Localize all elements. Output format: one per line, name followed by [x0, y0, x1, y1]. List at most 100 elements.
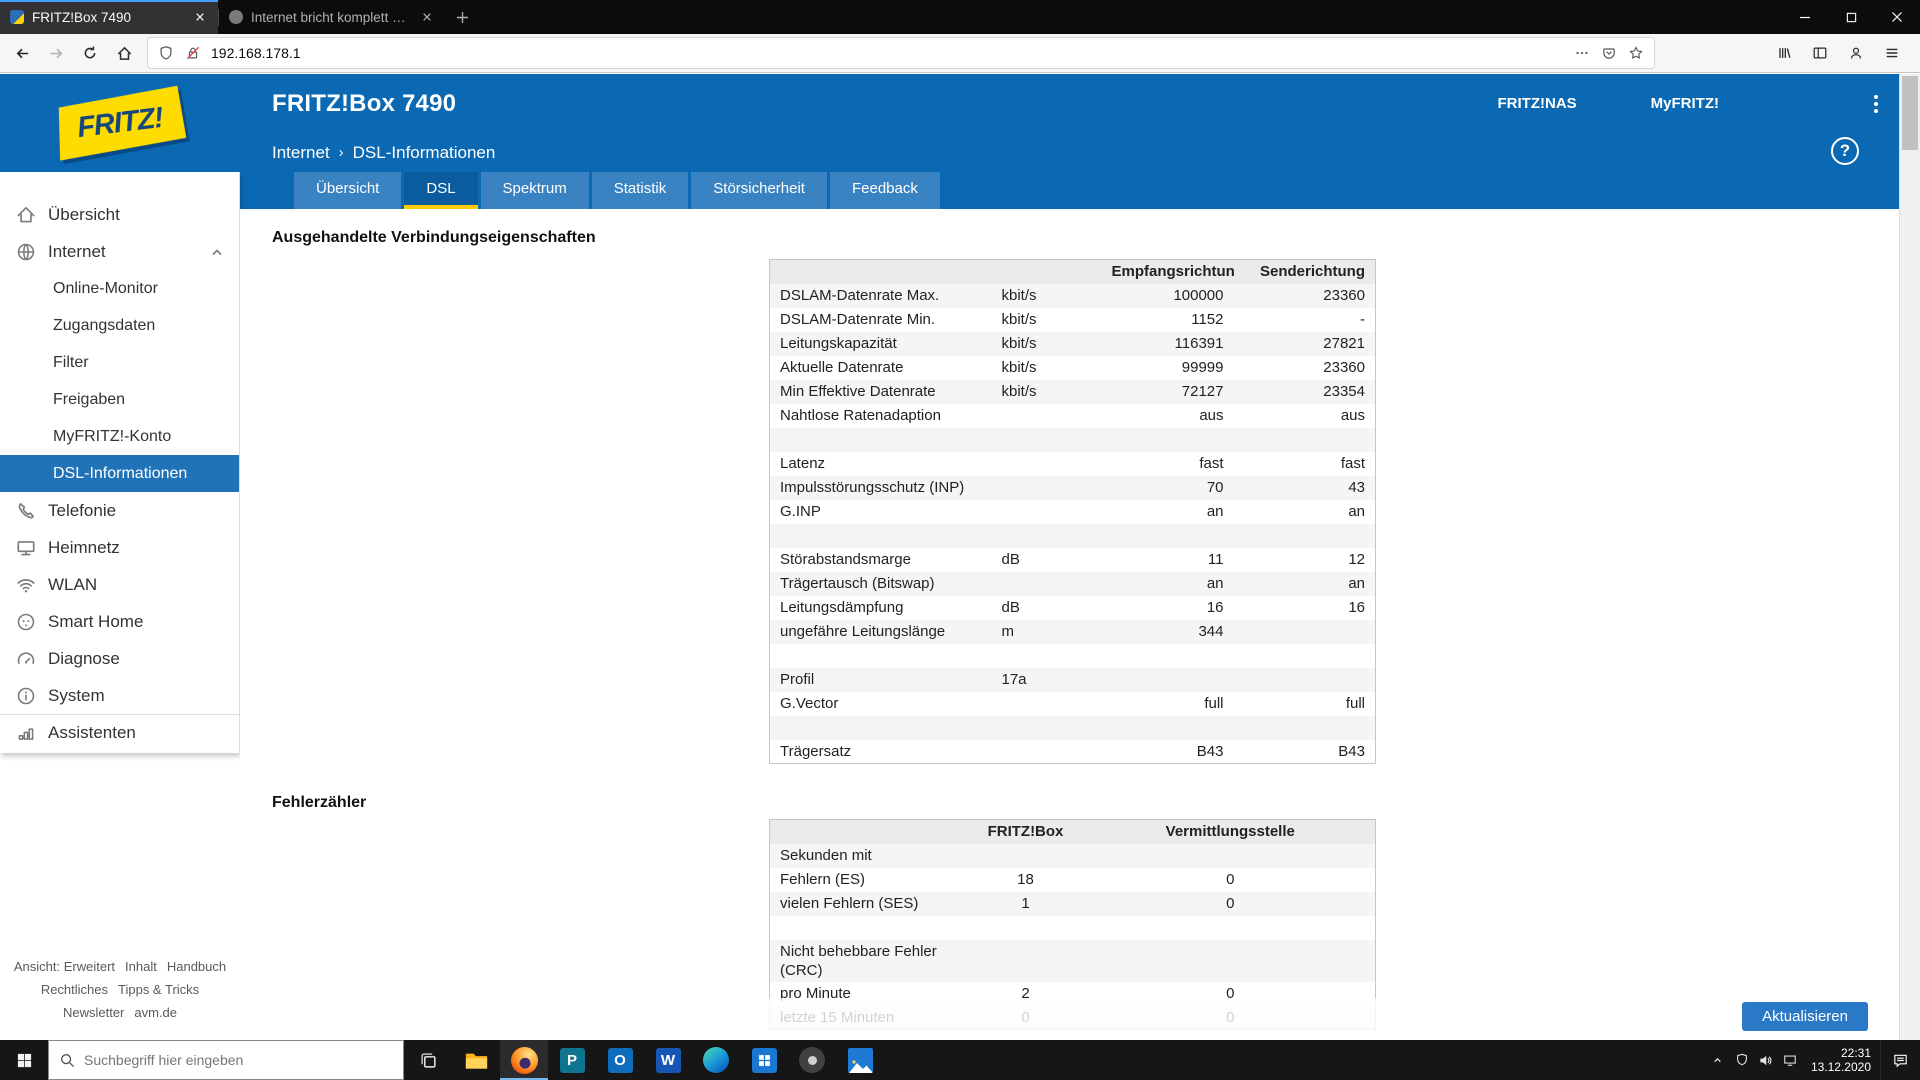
sidebar-item-smart-home[interactable]: Smart Home	[0, 603, 239, 640]
new-tab-button[interactable]	[445, 0, 479, 34]
column-header	[770, 260, 992, 284]
sidebar-item-internet[interactable]: Internet	[0, 233, 239, 270]
footer-link[interactable]: Newsletter	[63, 1005, 124, 1020]
footer-link[interactable]: Handbuch	[167, 959, 226, 974]
sidebar-item-wlan[interactable]: WLAN	[0, 566, 239, 603]
insecure-lock-icon[interactable]	[184, 44, 202, 62]
minimize-button[interactable]	[1782, 0, 1828, 34]
url-bar[interactable]: 192.168.178.1	[148, 38, 1654, 68]
header-menu-dots-icon[interactable]	[1869, 94, 1883, 113]
sidebar-item-freigaben[interactable]: Freigaben	[0, 381, 239, 418]
sidebar-item-dsl-informationen[interactable]: DSL-Informationen	[0, 455, 239, 492]
myfritz-link[interactable]: MyFRITZ!	[1651, 95, 1719, 112]
library-icon[interactable]	[1768, 38, 1800, 68]
page-scrollbar[interactable]	[1899, 74, 1920, 1040]
volume-icon[interactable]	[1754, 1040, 1778, 1080]
app-p-icon[interactable]: P	[548, 1040, 596, 1080]
store-app-icon[interactable]	[740, 1040, 788, 1080]
footer-link[interactable]: Tipps & Tricks	[118, 982, 199, 997]
footer-line: Ansicht: Erweitert Inhalt Handbuch	[0, 955, 240, 978]
sidebar-item-label: MyFRITZ!-Konto	[53, 427, 172, 445]
network-tray-icon[interactable]	[1778, 1040, 1802, 1080]
refresh-button[interactable]: Aktualisieren	[1742, 1002, 1868, 1031]
page-actions-icon[interactable]	[1573, 44, 1591, 62]
security-shield-icon[interactable]	[1730, 1040, 1754, 1080]
sidebar-item-online-monitor[interactable]: Online-Monitor	[0, 270, 239, 307]
edge-icon[interactable]	[692, 1040, 740, 1080]
pocket-icon[interactable]	[1600, 44, 1618, 62]
menu-hamburger-icon[interactable]	[1876, 38, 1908, 68]
maximize-button[interactable]	[1828, 0, 1874, 34]
sidebar-toggle-icon[interactable]	[1804, 38, 1836, 68]
sidebar-item-myfritz-konto[interactable]: MyFRITZ!-Konto	[0, 418, 239, 455]
sidebar-item-filter[interactable]: Filter	[0, 344, 239, 381]
footer-link[interactable]: Ansicht: Erweitert	[14, 959, 115, 974]
file-explorer-icon[interactable]	[452, 1040, 500, 1080]
sidebar-items: Übersicht Internet Online-Monitor Zugangsda…	[0, 196, 239, 751]
sidebar-item-label: Zugangsdaten	[53, 316, 156, 334]
tracking-shield-icon[interactable]	[157, 44, 175, 62]
connection-properties-table: Empfangsrichtung Senderichtung DSLAM-Daten…	[769, 259, 1376, 764]
system-tray: 22:31 13.12.2020	[1706, 1040, 1920, 1080]
search-input[interactable]	[84, 1052, 364, 1068]
action-center-icon[interactable]	[1880, 1040, 1920, 1080]
home-button[interactable]	[108, 38, 140, 68]
footer-link[interactable]: Inhalt	[125, 959, 157, 974]
url-text[interactable]: 192.168.178.1	[211, 45, 1564, 61]
close-window-button[interactable]	[1874, 0, 1920, 34]
photos-app-icon[interactable]	[836, 1040, 884, 1080]
dark-app-icon[interactable]	[788, 1040, 836, 1080]
navbar-right-buttons	[1768, 38, 1914, 68]
wifi-icon	[15, 574, 37, 596]
browser-tab-active[interactable]: FRITZ!Box 7490	[0, 0, 218, 34]
column-header	[992, 260, 1102, 284]
tab-feedback[interactable]: Feedback	[829, 172, 940, 209]
sidebar-item-zugangsdaten[interactable]: Zugangsdaten	[0, 307, 239, 344]
tab-dsl[interactable]: DSL	[404, 172, 478, 209]
footer-link[interactable]: Rechtliches	[41, 982, 108, 997]
table-row: Impulsstörungsschutz (INP) 70 43	[769, 475, 1376, 500]
sidebar-item--bersicht[interactable]: Übersicht	[0, 196, 239, 233]
sidebar-item-telefonie[interactable]: Telefonie	[0, 492, 239, 529]
browser-tab-inactive[interactable]: Internet bricht komplett zusam	[219, 0, 445, 34]
table-row	[769, 523, 1376, 548]
table-row: Fehlern (ES) 18 0	[780, 871, 1235, 888]
taskbar-clock[interactable]: 22:31 13.12.2020	[1802, 1046, 1880, 1074]
firefox-icon[interactable]	[500, 1040, 548, 1080]
account-icon[interactable]	[1840, 38, 1872, 68]
sidebar: Übersicht Internet Online-Monitor Zugangsda…	[0, 172, 240, 753]
tab-statistik[interactable]: Statistik	[591, 172, 689, 209]
tab-spektrum[interactable]: Spektrum	[480, 172, 589, 209]
tab-close-icon[interactable]	[418, 9, 435, 26]
sidebar-item-heimnetz[interactable]: Heimnetz	[0, 529, 239, 566]
main-content: Ausgehandelte Verbindungseigenschaften E…	[240, 209, 1899, 1040]
sidebar-item-label: Freigaben	[53, 390, 126, 408]
tab-st-rsicherheit[interactable]: Störsicherheit	[691, 172, 827, 209]
footer-link[interactable]: avm.de	[134, 1005, 177, 1020]
reload-button[interactable]	[74, 38, 106, 68]
tray-chevron-up-icon[interactable]	[1706, 1040, 1730, 1080]
table-row	[769, 715, 1376, 740]
back-button[interactable]	[6, 38, 38, 68]
sidebar-item-diagnose[interactable]: Diagnose	[0, 640, 239, 677]
help-icon[interactable]: ?	[1831, 137, 1859, 165]
taskbar-search[interactable]	[48, 1040, 404, 1080]
tab-close-icon[interactable]	[191, 9, 208, 26]
breadcrumb-section[interactable]: Internet	[272, 143, 330, 163]
table-row: Leitungsdämpfung dB 16 16	[780, 599, 1365, 616]
forward-button[interactable]	[40, 38, 72, 68]
fritznas-link[interactable]: FRITZ!NAS	[1498, 95, 1577, 112]
start-button[interactable]	[0, 1040, 48, 1080]
task-view-icon[interactable]	[404, 1040, 452, 1080]
scrollbar-thumb[interactable]	[1902, 76, 1918, 150]
tab--bersicht[interactable]: Übersicht	[294, 172, 402, 209]
outlook-icon[interactable]: O	[596, 1040, 644, 1080]
smarthome-icon	[15, 611, 37, 633]
word-icon[interactable]: W	[644, 1040, 692, 1080]
sidebar-item-system[interactable]: System	[0, 677, 239, 714]
bottom-action-bar: Aktualisieren	[240, 998, 1899, 1040]
sidebar-item-assistenten[interactable]: Assistenten	[0, 714, 239, 751]
bookmark-star-icon[interactable]	[1627, 44, 1645, 62]
home-icon	[15, 204, 37, 226]
table-row: Leitungskapazität kbit/s 116391 27821	[769, 331, 1376, 356]
